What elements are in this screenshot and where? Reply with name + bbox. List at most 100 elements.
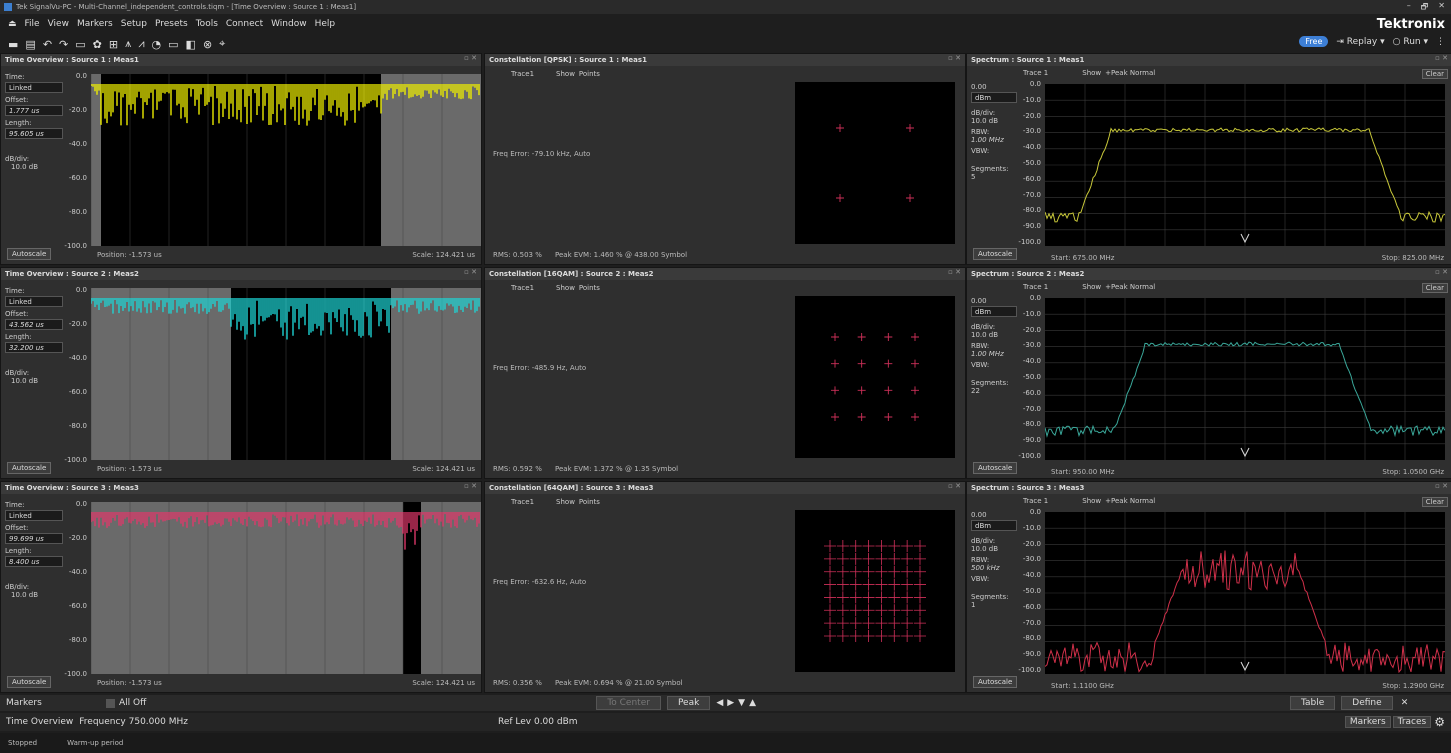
- panel-controls-icon[interactable]: ▫ ✕: [464, 482, 477, 490]
- ref-level-readout[interactable]: Ref Lev 0.00 dBm: [498, 717, 578, 727]
- scale-readout[interactable]: Scale: 124.421 us: [412, 679, 475, 687]
- marker-nav-arrows-icon[interactable]: ◀▶▼▲: [716, 698, 760, 708]
- stop-freq-readout[interactable]: Stop: 1.0500 GHz: [1382, 468, 1444, 476]
- close-markers-icon[interactable]: ✕: [1401, 698, 1409, 708]
- displays-icon[interactable]: ⊞: [109, 38, 118, 51]
- scale-readout[interactable]: Scale: 124.421 us: [412, 251, 475, 259]
- trace-select[interactable]: Trace 1: [1023, 283, 1048, 291]
- position-readout[interactable]: Position: -1.573 us: [97, 679, 162, 687]
- to-center-button[interactable]: To Center: [596, 696, 661, 710]
- offset-input[interactable]: 99.699 us: [5, 533, 63, 544]
- clear-button[interactable]: Clear: [1421, 283, 1448, 293]
- markers-toggle-button[interactable]: Markers: [1344, 716, 1391, 728]
- ref-level-value[interactable]: 0.00: [971, 83, 1017, 91]
- show-checkbox[interactable]: Show: [1082, 497, 1101, 505]
- constellation-plot[interactable]: [795, 510, 955, 672]
- start-freq-readout[interactable]: Start: 675.00 MHz: [1051, 254, 1114, 262]
- clear-button[interactable]: Clear: [1421, 497, 1448, 507]
- spectrum-plot[interactable]: [1045, 512, 1445, 674]
- points-select[interactable]: Points: [579, 284, 600, 292]
- offset-input[interactable]: 1.777 us: [5, 105, 63, 116]
- db-div-value[interactable]: 10.0 dB: [5, 591, 63, 599]
- points-select[interactable]: Points: [579, 70, 600, 78]
- rbw-value[interactable]: 1.00 MHz: [971, 350, 1017, 358]
- ref-level-value[interactable]: 0.00: [971, 297, 1017, 305]
- menu-markers[interactable]: Markers: [77, 19, 113, 29]
- db-div-value[interactable]: 10.0 dB: [5, 377, 63, 385]
- more-icon[interactable]: ⋮: [1436, 37, 1445, 47]
- show-checkbox[interactable]: Show: [556, 284, 575, 292]
- position-readout[interactable]: Position: -1.573 us: [97, 465, 162, 473]
- menu-presets[interactable]: Presets: [155, 19, 188, 29]
- autoscale-button[interactable]: Autoscale: [973, 248, 1018, 260]
- menu-file[interactable]: File: [25, 19, 40, 29]
- traces-toggle-button[interactable]: Traces: [1392, 716, 1432, 728]
- gear-icon[interactable]: ⚙: [1434, 715, 1445, 729]
- db-div-value[interactable]: 10.0 dB: [971, 331, 1017, 339]
- rbw-value[interactable]: 500 kHz: [971, 564, 1017, 572]
- autoscale-button[interactable]: Autoscale: [973, 462, 1018, 474]
- points-select[interactable]: Points: [579, 498, 600, 506]
- rbw-value[interactable]: 1.00 MHz: [971, 136, 1017, 144]
- panel-controls-icon[interactable]: ▫ ✕: [1435, 482, 1448, 490]
- all-off-control[interactable]: All Off: [106, 698, 146, 708]
- vbw-label[interactable]: VBW:: [971, 575, 1017, 583]
- time-mode-select[interactable]: Linked: [5, 82, 63, 93]
- panel-controls-icon[interactable]: ▫ ✕: [464, 54, 477, 62]
- panel-controls-icon[interactable]: ▫ ✕: [948, 482, 961, 490]
- panel-controls-icon[interactable]: ▫ ✕: [464, 268, 477, 276]
- trace-select[interactable]: Trace 1: [1023, 69, 1048, 77]
- time-mode-select[interactable]: Linked: [5, 510, 63, 521]
- db-div-value[interactable]: 10.0 dB: [971, 117, 1017, 125]
- constellation-plot[interactable]: [795, 82, 955, 244]
- folder-icon[interactable]: ▬: [8, 38, 18, 51]
- panel-controls-icon[interactable]: ▫ ✕: [948, 268, 961, 276]
- frequency-readout[interactable]: Frequency 750.000 MHz: [79, 717, 188, 727]
- redo-icon[interactable]: ↷: [59, 38, 68, 51]
- detector-select[interactable]: +Peak Normal: [1105, 283, 1155, 291]
- ref-level-value[interactable]: 0.00: [971, 511, 1017, 519]
- maximize-button[interactable]: 🗗: [1421, 1, 1429, 15]
- length-input[interactable]: 32.200 us: [5, 342, 63, 353]
- time-trace-plot[interactable]: [91, 74, 481, 246]
- stop-freq-readout[interactable]: Stop: 1.2900 GHz: [1382, 682, 1444, 690]
- undo-icon[interactable]: ↶: [43, 38, 52, 51]
- table-button[interactable]: Table: [1290, 696, 1336, 710]
- spectrum-plot[interactable]: [1045, 298, 1445, 460]
- show-checkbox[interactable]: Show: [556, 498, 575, 506]
- unit-select[interactable]: dBm: [971, 520, 1017, 531]
- replay-icon[interactable]: ◧: [186, 38, 196, 51]
- db-div-value[interactable]: 10.0 dB: [5, 163, 63, 171]
- panel-controls-icon[interactable]: ▫ ✕: [1435, 268, 1448, 276]
- peak-button[interactable]: Peak: [666, 696, 711, 710]
- menu-connect[interactable]: Connect: [226, 19, 263, 29]
- capture-icon[interactable]: ▭: [168, 38, 178, 51]
- autoscale-button[interactable]: Autoscale: [7, 248, 52, 260]
- detector-select[interactable]: +Peak Normal: [1105, 497, 1155, 505]
- start-freq-readout[interactable]: Start: 950.00 MHz: [1051, 468, 1114, 476]
- settings-icon[interactable]: ✿: [93, 38, 102, 51]
- show-checkbox[interactable]: Show: [556, 70, 575, 78]
- menu-view[interactable]: View: [48, 19, 69, 29]
- print-icon[interactable]: ▭: [75, 38, 85, 51]
- offset-input[interactable]: 43.562 us: [5, 319, 63, 330]
- show-checkbox[interactable]: Show: [1082, 283, 1101, 291]
- menu-setup[interactable]: Setup: [121, 19, 147, 29]
- define-button[interactable]: Define: [1341, 696, 1393, 710]
- length-input[interactable]: 95.605 us: [5, 128, 63, 139]
- close-window-button[interactable]: ✕: [1438, 1, 1445, 15]
- time-trace-plot[interactable]: [91, 288, 481, 460]
- vbw-label[interactable]: VBW:: [971, 147, 1017, 155]
- length-input[interactable]: 8.400 us: [5, 556, 63, 567]
- start-freq-readout[interactable]: Start: 1.1100 GHz: [1051, 682, 1114, 690]
- time-trace-plot[interactable]: [91, 502, 481, 674]
- clear-button[interactable]: Clear: [1421, 69, 1448, 79]
- autoscale-button[interactable]: Autoscale: [973, 676, 1018, 688]
- spectrum-icon[interactable]: ⩘: [138, 37, 144, 51]
- link-icon[interactable]: ⊗: [203, 38, 212, 51]
- unit-select[interactable]: dBm: [971, 306, 1017, 317]
- eject-icon[interactable]: ⏏: [8, 19, 17, 29]
- free-run-pill[interactable]: Free: [1299, 36, 1329, 47]
- replay-button[interactable]: ⇥ Replay ▾: [1336, 37, 1384, 47]
- trace-select[interactable]: Trace1: [511, 70, 534, 78]
